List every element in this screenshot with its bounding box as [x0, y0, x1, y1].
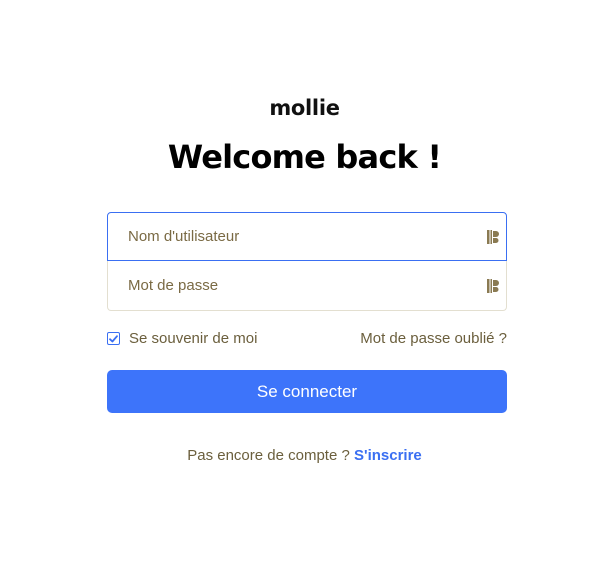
key-autofill-icon[interactable] — [486, 229, 500, 245]
key-autofill-icon[interactable] — [486, 278, 500, 294]
remember-me[interactable]: Se souvenir de moi — [107, 330, 257, 347]
username-field — [107, 212, 507, 261]
login-page: mollie Welcome back ! Se souvenir de moi… — [0, 0, 609, 567]
page-title: Welcome back ! — [167, 138, 442, 176]
signup-prompt: Pas encore de compte ? S'inscrire — [0, 447, 609, 464]
remember-label: Se souvenir de moi — [129, 330, 258, 347]
password-input[interactable] — [128, 277, 468, 294]
checkmark-icon — [109, 334, 118, 342]
mollie-logo: mollie — [269, 96, 340, 120]
forgot-password-link[interactable]: Mot de passe oublié ? — [360, 330, 507, 347]
password-field — [107, 261, 507, 311]
username-input[interactable] — [128, 228, 468, 245]
remember-checkbox[interactable] — [107, 332, 120, 345]
signup-text: Pas encore de compte ? — [187, 447, 350, 464]
login-button[interactable]: Se connecter — [107, 370, 507, 413]
signup-link[interactable]: S'inscrire — [354, 447, 422, 464]
